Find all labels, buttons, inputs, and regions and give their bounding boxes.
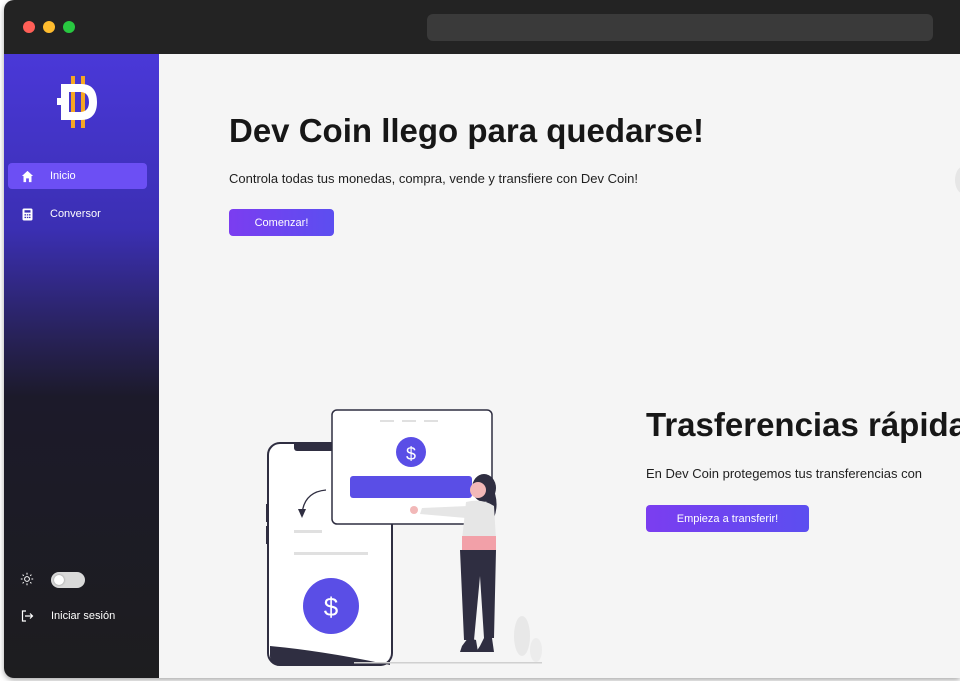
sidebar-item-label: Inicio xyxy=(50,170,76,182)
sidebar-item-label: Conversor xyxy=(50,208,101,220)
calculator-icon xyxy=(20,207,34,221)
toggle-knob xyxy=(54,575,64,585)
transfers-title: Trasferencias rápidas xyxy=(646,406,960,443)
start-transfer-button[interactable]: Empieza a transferir! xyxy=(646,505,809,532)
maximize-window-button[interactable] xyxy=(63,21,75,33)
sidebar-item-conversor[interactable]: Conversor xyxy=(8,201,147,227)
browser-window: Inicio Conversor Iniciar sesión Dev Coin… xyxy=(4,0,960,678)
minimize-window-button[interactable] xyxy=(43,21,55,33)
transfers-subtitle: En Dev Coin protegemos tus transferencia… xyxy=(646,466,923,481)
illustration-currency-symbol: $ xyxy=(324,592,339,622)
title-bar xyxy=(4,0,960,54)
login-label: Iniciar sesión xyxy=(51,610,116,622)
start-button[interactable]: Comenzar! xyxy=(229,209,334,236)
sidebar: Inicio Conversor Iniciar sesión xyxy=(4,54,159,678)
logo-icon xyxy=(57,76,97,128)
hero-subtitle: Controla todas tus monedas, compra, vend… xyxy=(229,171,638,186)
decorative-shape xyxy=(955,166,960,194)
transfer-illustration: $ $ xyxy=(254,406,554,678)
close-window-button[interactable] xyxy=(23,21,35,33)
main-content: Dev Coin llego para quedarse! Controla t… xyxy=(159,54,960,678)
sun-icon xyxy=(20,572,34,586)
theme-toggle[interactable] xyxy=(51,572,85,588)
sidebar-item-inicio[interactable]: Inicio xyxy=(8,163,147,189)
dev-coin-logo[interactable] xyxy=(57,76,101,128)
home-icon xyxy=(20,169,34,183)
address-bar[interactable] xyxy=(427,14,933,41)
login-link[interactable]: Iniciar sesión xyxy=(20,609,115,623)
illustration-currency-symbol: $ xyxy=(406,444,416,464)
login-icon xyxy=(20,609,34,623)
hero-title: Dev Coin llego para quedarse! xyxy=(229,112,704,149)
